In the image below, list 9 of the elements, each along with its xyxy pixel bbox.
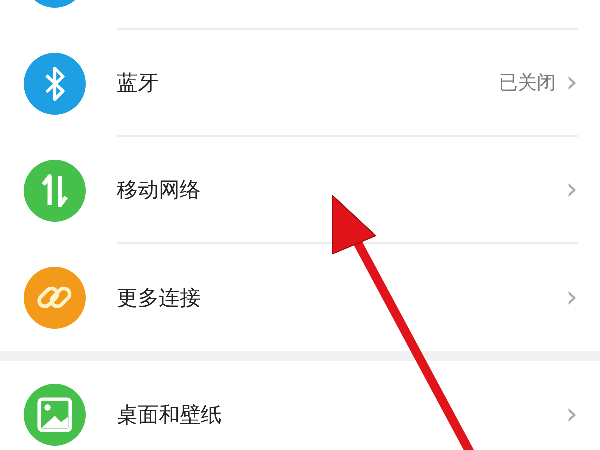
chevron-icon: › — [566, 68, 578, 98]
setting-label[interactable]: 移动网络 — [117, 176, 566, 204]
status-text: 已关闭 — [499, 70, 556, 96]
setting-label[interactable]: 蓝牙 — [117, 68, 499, 96]
chevron-icon: › — [566, 400, 578, 430]
chevron-icon: › — [566, 174, 578, 204]
setting-label[interactable]: 更多连接 — [117, 284, 566, 312]
setting-label[interactable]: 桌面和壁纸 — [117, 400, 566, 428]
chevron-icon: › — [566, 282, 578, 312]
